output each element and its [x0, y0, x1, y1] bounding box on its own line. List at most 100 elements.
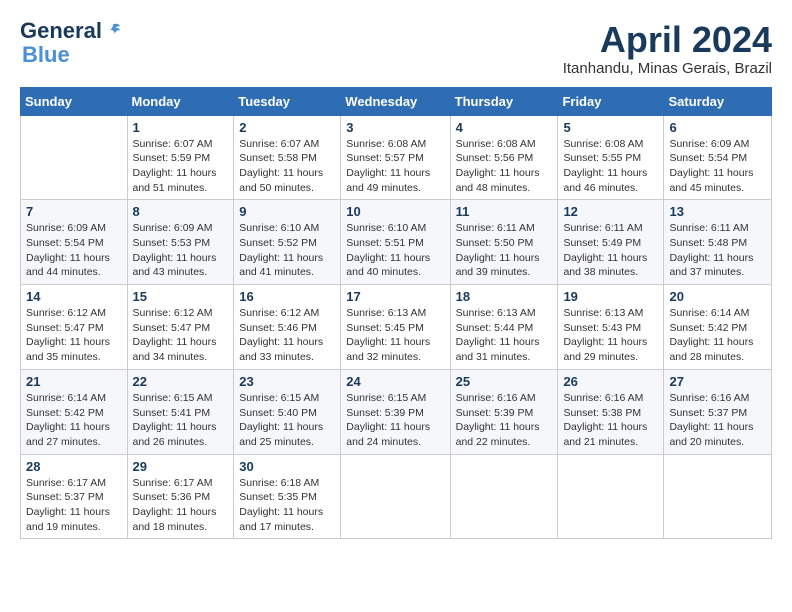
day-info: Sunrise: 6:11 AMSunset: 5:50 PMDaylight:…	[456, 221, 553, 280]
day-number: 17	[346, 289, 444, 304]
day-info: Sunrise: 6:14 AMSunset: 5:42 PMDaylight:…	[669, 306, 766, 365]
calendar-cell: 4Sunrise: 6:08 AMSunset: 5:56 PMDaylight…	[450, 115, 558, 200]
calendar-header-row: SundayMondayTuesdayWednesdayThursdayFrid…	[21, 87, 772, 115]
calendar-cell: 28Sunrise: 6:17 AMSunset: 5:37 PMDayligh…	[21, 454, 128, 539]
day-info: Sunrise: 6:13 AMSunset: 5:44 PMDaylight:…	[456, 306, 553, 365]
calendar-cell	[341, 454, 450, 539]
day-info: Sunrise: 6:12 AMSunset: 5:47 PMDaylight:…	[26, 306, 122, 365]
day-info: Sunrise: 6:11 AMSunset: 5:48 PMDaylight:…	[669, 221, 766, 280]
calendar-cell	[450, 454, 558, 539]
day-number: 15	[133, 289, 229, 304]
day-number: 19	[563, 289, 658, 304]
calendar-cell	[664, 454, 772, 539]
day-number: 20	[669, 289, 766, 304]
calendar-cell: 10 Sunrise: 6:10 AMSunset: 5:51 PMDayligh…	[341, 200, 450, 285]
day-number: 1	[133, 120, 229, 135]
day-number: 27	[669, 374, 766, 389]
calendar-cell: 22 Sunrise: 6:15 AMSunset: 5:41 PMDayligh…	[127, 369, 234, 454]
calendar-week-row: 21 Sunrise: 6:14 AMSunset: 5:42 PMDayligh…	[21, 369, 772, 454]
logo-blue-text: Blue	[22, 42, 70, 67]
calendar-cell: 15 Sunrise: 6:12 AMSunset: 5:47 PMDayligh…	[127, 285, 234, 370]
calendar-cell: 1 Sunrise: 6:07 AMSunset: 5:59 PMDaylight…	[127, 115, 234, 200]
day-number: 2	[239, 120, 335, 135]
calendar-header-tuesday: Tuesday	[234, 87, 341, 115]
calendar-header-wednesday: Wednesday	[341, 87, 450, 115]
calendar-cell: 18Sunrise: 6:13 AMSunset: 5:44 PMDayligh…	[450, 285, 558, 370]
logo-general-text: General	[20, 20, 102, 42]
day-info: Sunrise: 6:12 AMSunset: 5:46 PMDaylight:…	[239, 306, 335, 365]
calendar-header-friday: Friday	[558, 87, 664, 115]
day-info: Sunrise: 6:15 AMSunset: 5:41 PMDaylight:…	[133, 391, 229, 450]
calendar-cell: 27 Sunrise: 6:16 AMSunset: 5:37 PMDayligh…	[664, 369, 772, 454]
calendar-header-sunday: Sunday	[21, 87, 128, 115]
day-number: 23	[239, 374, 335, 389]
calendar-header-monday: Monday	[127, 87, 234, 115]
page-header: General Blue April 2024 Itanhandu, Minas…	[20, 20, 772, 77]
day-number: 29	[133, 459, 229, 474]
calendar-cell: 14 Sunrise: 6:12 AMSunset: 5:47 PMDayligh…	[21, 285, 128, 370]
day-info: Sunrise: 6:09 AMSunset: 5:54 PMDaylight:…	[26, 221, 122, 280]
calendar-week-row: 28Sunrise: 6:17 AMSunset: 5:37 PMDayligh…	[21, 454, 772, 539]
calendar-cell: 21 Sunrise: 6:14 AMSunset: 5:42 PMDayligh…	[21, 369, 128, 454]
day-info: Sunrise: 6:09 AMSunset: 5:54 PMDaylight:…	[669, 137, 766, 196]
calendar-cell: 20 Sunrise: 6:14 AMSunset: 5:42 PMDayligh…	[664, 285, 772, 370]
day-info: Sunrise: 6:17 AMSunset: 5:37 PMDaylight:…	[26, 476, 122, 535]
calendar-cell: 29 Sunrise: 6:17 AMSunset: 5:36 PMDayligh…	[127, 454, 234, 539]
day-number: 14	[26, 289, 122, 304]
day-info: Sunrise: 6:09 AMSunset: 5:53 PMDaylight:…	[133, 221, 229, 280]
day-info: Sunrise: 6:10 AMSunset: 5:52 PMDaylight:…	[239, 221, 335, 280]
day-number: 30	[239, 459, 335, 474]
calendar-cell: 7 Sunrise: 6:09 AMSunset: 5:54 PMDaylight…	[21, 200, 128, 285]
day-info: Sunrise: 6:07 AMSunset: 5:58 PMDaylight:…	[239, 137, 335, 196]
day-info: Sunrise: 6:17 AMSunset: 5:36 PMDaylight:…	[133, 476, 229, 535]
day-info: Sunrise: 6:16 AMSunset: 5:38 PMDaylight:…	[563, 391, 658, 450]
day-info: Sunrise: 6:07 AMSunset: 5:59 PMDaylight:…	[133, 137, 229, 196]
logo: General Blue	[20, 20, 122, 68]
day-info: Sunrise: 6:11 AMSunset: 5:49 PMDaylight:…	[563, 221, 658, 280]
day-info: Sunrise: 6:16 AMSunset: 5:39 PMDaylight:…	[456, 391, 553, 450]
day-number: 11	[456, 204, 553, 219]
day-number: 7	[26, 204, 122, 219]
day-info: Sunrise: 6:08 AMSunset: 5:56 PMDaylight:…	[456, 137, 553, 196]
logo-bird-icon	[104, 22, 122, 40]
calendar-cell: 12 Sunrise: 6:11 AMSunset: 5:49 PMDayligh…	[558, 200, 664, 285]
day-info: Sunrise: 6:12 AMSunset: 5:47 PMDaylight:…	[133, 306, 229, 365]
day-number: 3	[346, 120, 444, 135]
calendar-cell	[558, 454, 664, 539]
calendar-header-saturday: Saturday	[664, 87, 772, 115]
day-info: Sunrise: 6:16 AMSunset: 5:37 PMDaylight:…	[669, 391, 766, 450]
calendar-header-thursday: Thursday	[450, 87, 558, 115]
calendar-cell: 8Sunrise: 6:09 AMSunset: 5:53 PMDaylight…	[127, 200, 234, 285]
calendar-cell: 25 Sunrise: 6:16 AMSunset: 5:39 PMDayligh…	[450, 369, 558, 454]
calendar-cell: 17Sunrise: 6:13 AMSunset: 5:45 PMDayligh…	[341, 285, 450, 370]
day-number: 25	[456, 374, 553, 389]
day-number: 16	[239, 289, 335, 304]
day-number: 5	[563, 120, 658, 135]
day-number: 22	[133, 374, 229, 389]
calendar-cell: 5Sunrise: 6:08 AMSunset: 5:55 PMDaylight…	[558, 115, 664, 200]
day-number: 12	[563, 204, 658, 219]
month-title: April 2024	[563, 20, 772, 60]
calendar-cell: 23Sunrise: 6:15 AMSunset: 5:40 PMDayligh…	[234, 369, 341, 454]
day-number: 13	[669, 204, 766, 219]
calendar-cell: 9Sunrise: 6:10 AMSunset: 5:52 PMDaylight…	[234, 200, 341, 285]
calendar-week-row: 14 Sunrise: 6:12 AMSunset: 5:47 PMDayligh…	[21, 285, 772, 370]
day-info: Sunrise: 6:08 AMSunset: 5:57 PMDaylight:…	[346, 137, 444, 196]
calendar-cell: 6 Sunrise: 6:09 AMSunset: 5:54 PMDaylight…	[664, 115, 772, 200]
day-number: 26	[563, 374, 658, 389]
calendar-table: SundayMondayTuesdayWednesdayThursdayFrid…	[20, 87, 772, 540]
calendar-cell: 26 Sunrise: 6:16 AMSunset: 5:38 PMDayligh…	[558, 369, 664, 454]
day-info: Sunrise: 6:10 AMSunset: 5:51 PMDaylight:…	[346, 221, 444, 280]
day-number: 24	[346, 374, 444, 389]
calendar-cell: 2 Sunrise: 6:07 AMSunset: 5:58 PMDaylight…	[234, 115, 341, 200]
calendar-cell: 3 Sunrise: 6:08 AMSunset: 5:57 PMDaylight…	[341, 115, 450, 200]
calendar-cell: 24Sunrise: 6:15 AMSunset: 5:39 PMDayligh…	[341, 369, 450, 454]
day-info: Sunrise: 6:14 AMSunset: 5:42 PMDaylight:…	[26, 391, 122, 450]
calendar-cell: 16 Sunrise: 6:12 AMSunset: 5:46 PMDayligh…	[234, 285, 341, 370]
day-number: 10	[346, 204, 444, 219]
day-number: 21	[26, 374, 122, 389]
day-number: 6	[669, 120, 766, 135]
calendar-week-row: 7 Sunrise: 6:09 AMSunset: 5:54 PMDaylight…	[21, 200, 772, 285]
calendar-cell: 30Sunrise: 6:18 AMSunset: 5:35 PMDayligh…	[234, 454, 341, 539]
calendar-week-row: 1 Sunrise: 6:07 AMSunset: 5:59 PMDaylight…	[21, 115, 772, 200]
